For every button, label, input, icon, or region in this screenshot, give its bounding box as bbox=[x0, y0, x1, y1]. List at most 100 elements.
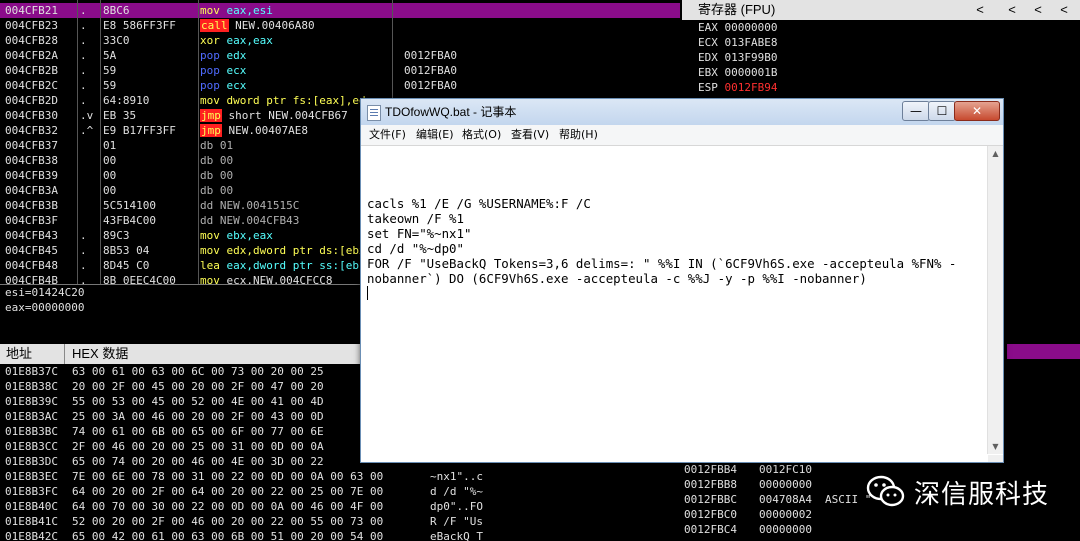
disasm-address: 004CFB2D bbox=[5, 94, 58, 107]
register-value[interactable]: 00000000 bbox=[725, 21, 778, 34]
disasm-hex: 8BC6 bbox=[103, 4, 130, 17]
disasm-instruction: pop ecx bbox=[200, 64, 247, 77]
register-prev-button[interactable]: < bbox=[968, 0, 992, 20]
register-prev-button[interactable]: < bbox=[1026, 0, 1050, 20]
dump-ascii: R /F "Us bbox=[430, 515, 483, 528]
disasm-comment: 0012FBA0 bbox=[404, 64, 457, 77]
dump-row[interactable]: 01E8B3FC 64 00 20 00 2F 00 64 00 20 00 22… bbox=[0, 484, 665, 499]
dump-col-hex[interactable]: HEX 数据 bbox=[72, 344, 128, 364]
register-row[interactable]: ESP 0012FB94 bbox=[682, 80, 1080, 95]
disasm-address: 004CFB39 bbox=[5, 169, 58, 182]
dump-address: 01E8B3DC bbox=[5, 455, 58, 468]
disasm-address: 004CFB45 bbox=[5, 244, 58, 257]
disasm-row[interactable]: 004CFB28. 33C0 xor eax,eax bbox=[0, 33, 680, 48]
disasm-address: 004CFB3F bbox=[5, 214, 58, 227]
notepad-menubar: 文件(F) 编辑(E) 格式(O) 查看(V) 帮助(H) bbox=[361, 125, 1003, 146]
disasm-row[interactable]: 004CFB2C. 59 pop ecx 0012FBA0 bbox=[0, 78, 680, 93]
disasm-hex: 5A bbox=[103, 49, 117, 62]
disasm-row[interactable]: 004CFB21. 8BC6 mov eax,esi bbox=[0, 3, 680, 18]
dump-bytes: 25 00 3A 00 46 00 20 00 2F 00 43 00 0D bbox=[72, 410, 324, 423]
menu-file[interactable]: 文件(F) bbox=[369, 125, 406, 145]
register-row[interactable]: EDX 013F99B0 bbox=[682, 50, 1080, 65]
notepad-window[interactable]: TDOfowWQ.bat - 记事本 — ☐ ✕ 文件(F) 编辑(E) 格式(… bbox=[360, 98, 1004, 463]
dump-address: 01E8B41C bbox=[5, 515, 58, 528]
disasm-row[interactable]: 004CFB2A. 5A pop edx 0012FBA0 bbox=[0, 48, 680, 63]
notepad-titlebar[interactable]: TDOfowWQ.bat - 记事本 — ☐ ✕ bbox=[361, 99, 1003, 125]
disasm-instruction: pop edx bbox=[200, 49, 247, 62]
disasm-marker: . bbox=[80, 64, 87, 77]
disasm-marker: . bbox=[80, 79, 87, 92]
disasm-address: 004CFB48 bbox=[5, 259, 58, 272]
disasm-hex: E9 B17FF3FF bbox=[103, 124, 176, 137]
stack-value: 0012FC10 bbox=[759, 463, 812, 476]
column-divider bbox=[77, 0, 78, 284]
notepad-text-area[interactable]: cacls %1 /E /G %USERNAME%:F /C takeown /… bbox=[361, 146, 987, 454]
dump-row[interactable]: 01E8B42C 65 00 42 00 61 00 63 00 6B 00 51… bbox=[0, 529, 665, 541]
register-name: EAX bbox=[698, 21, 725, 34]
notepad-title: TDOfowWQ.bat - 记事本 bbox=[385, 105, 517, 119]
register-value[interactable]: 0000001B bbox=[725, 66, 778, 79]
dump-ascii: eBackQ T bbox=[430, 530, 483, 541]
dump-bytes: 64 00 20 00 2F 00 64 00 20 00 22 00 25 0… bbox=[72, 485, 384, 498]
stack-value: 00000000 bbox=[759, 523, 812, 536]
register-row[interactable]: ECX 013FABE8 bbox=[682, 35, 1080, 50]
dump-bytes: 52 00 20 00 2F 00 46 00 20 00 22 00 55 0… bbox=[72, 515, 384, 528]
dump-row[interactable]: 01E8B3EC 7E 00 6E 00 78 00 31 00 22 00 0D… bbox=[0, 469, 665, 484]
disasm-row[interactable]: 004CFB2B. 59 pop ecx 0012FBA0 bbox=[0, 63, 680, 78]
menu-help[interactable]: 帮助(H) bbox=[559, 125, 598, 145]
register-value[interactable]: 013FABE8 bbox=[725, 36, 778, 49]
resize-grip[interactable] bbox=[988, 455, 1003, 462]
wechat-icon bbox=[866, 475, 905, 507]
dump-address: 01E8B42C bbox=[5, 530, 58, 541]
register-row[interactable]: EBX 0000001B bbox=[682, 65, 1080, 80]
stack-address: 0012FBC0 bbox=[684, 508, 737, 521]
disasm-address: 004CFB23 bbox=[5, 19, 58, 32]
disasm-marker: . bbox=[80, 94, 87, 107]
disasm-marker: . bbox=[80, 244, 87, 257]
dump-col-address[interactable]: 地址 bbox=[6, 344, 32, 364]
menu-edit[interactable]: 编辑(E) bbox=[416, 125, 454, 145]
disasm-row[interactable]: 004CFB23. E8 586FF3FF call NEW.00406A80 bbox=[0, 18, 680, 33]
disasm-marker: . bbox=[80, 34, 87, 47]
dump-address: 01E8B3BC bbox=[5, 425, 58, 438]
maximize-button[interactable]: ☐ bbox=[928, 101, 956, 121]
disasm-marker: . bbox=[80, 19, 87, 32]
disasm-hex: 64:8910 bbox=[103, 94, 150, 107]
stack-comment: ASCII " bbox=[825, 493, 872, 506]
column-divider bbox=[100, 0, 101, 284]
dump-ascii: d /d "%~ bbox=[430, 485, 483, 498]
disasm-marker: . bbox=[80, 274, 87, 284]
register-prev-button[interactable]: < bbox=[1000, 0, 1024, 20]
scroll-up-icon[interactable]: ▲ bbox=[988, 146, 1003, 161]
dump-ascii: dp0"..FO bbox=[430, 500, 483, 513]
vertical-scrollbar[interactable]: ▲ ▼ bbox=[987, 146, 1003, 454]
dump-row[interactable]: 01E8B40C 64 00 70 00 30 00 22 00 0D 00 0A… bbox=[0, 499, 665, 514]
disasm-hex: 8B 0EEC4C00 bbox=[103, 274, 176, 284]
stack-row[interactable]: 0012FBC4 00000000 bbox=[667, 522, 1080, 537]
dump-bytes: 64 00 70 00 30 00 22 00 0D 00 0A 00 46 0… bbox=[72, 500, 384, 513]
disasm-address: 004CFB21 bbox=[5, 4, 58, 17]
minimize-button[interactable]: — bbox=[902, 101, 930, 121]
stack-value: 004708A4 bbox=[759, 493, 812, 506]
register-name: EBX bbox=[698, 66, 725, 79]
dump-address: 01E8B38C bbox=[5, 380, 58, 393]
dump-address: 01E8B3FC bbox=[5, 485, 58, 498]
disasm-hex: 00 bbox=[103, 154, 117, 167]
disasm-hex: 00 bbox=[103, 169, 117, 182]
disasm-marker: .v bbox=[80, 109, 94, 122]
disasm-hex: 33C0 bbox=[103, 34, 130, 47]
disasm-address: 004CFB43 bbox=[5, 229, 58, 242]
menu-view[interactable]: 查看(V) bbox=[511, 125, 549, 145]
menu-format[interactable]: 格式(O) bbox=[462, 125, 501, 145]
scroll-down-icon[interactable]: ▼ bbox=[988, 439, 1003, 454]
register-prev-button[interactable]: < bbox=[1052, 0, 1076, 20]
register-value[interactable]: 0012FB94 bbox=[725, 81, 778, 94]
close-button[interactable]: ✕ bbox=[954, 101, 1000, 121]
text-line: FOR /F "UseBackQ Tokens=3,6 delims=: " %… bbox=[367, 256, 957, 271]
register-value[interactable]: 013F99B0 bbox=[725, 51, 778, 64]
disasm-address: 004CFB3B bbox=[5, 199, 58, 212]
dump-row[interactable]: 01E8B41C 52 00 20 00 2F 00 46 00 20 00 22… bbox=[0, 514, 665, 529]
dump-address: 01E8B3EC bbox=[5, 470, 58, 483]
disasm-marker: . bbox=[80, 4, 87, 17]
register-row[interactable]: EAX 00000000 bbox=[682, 20, 1080, 35]
